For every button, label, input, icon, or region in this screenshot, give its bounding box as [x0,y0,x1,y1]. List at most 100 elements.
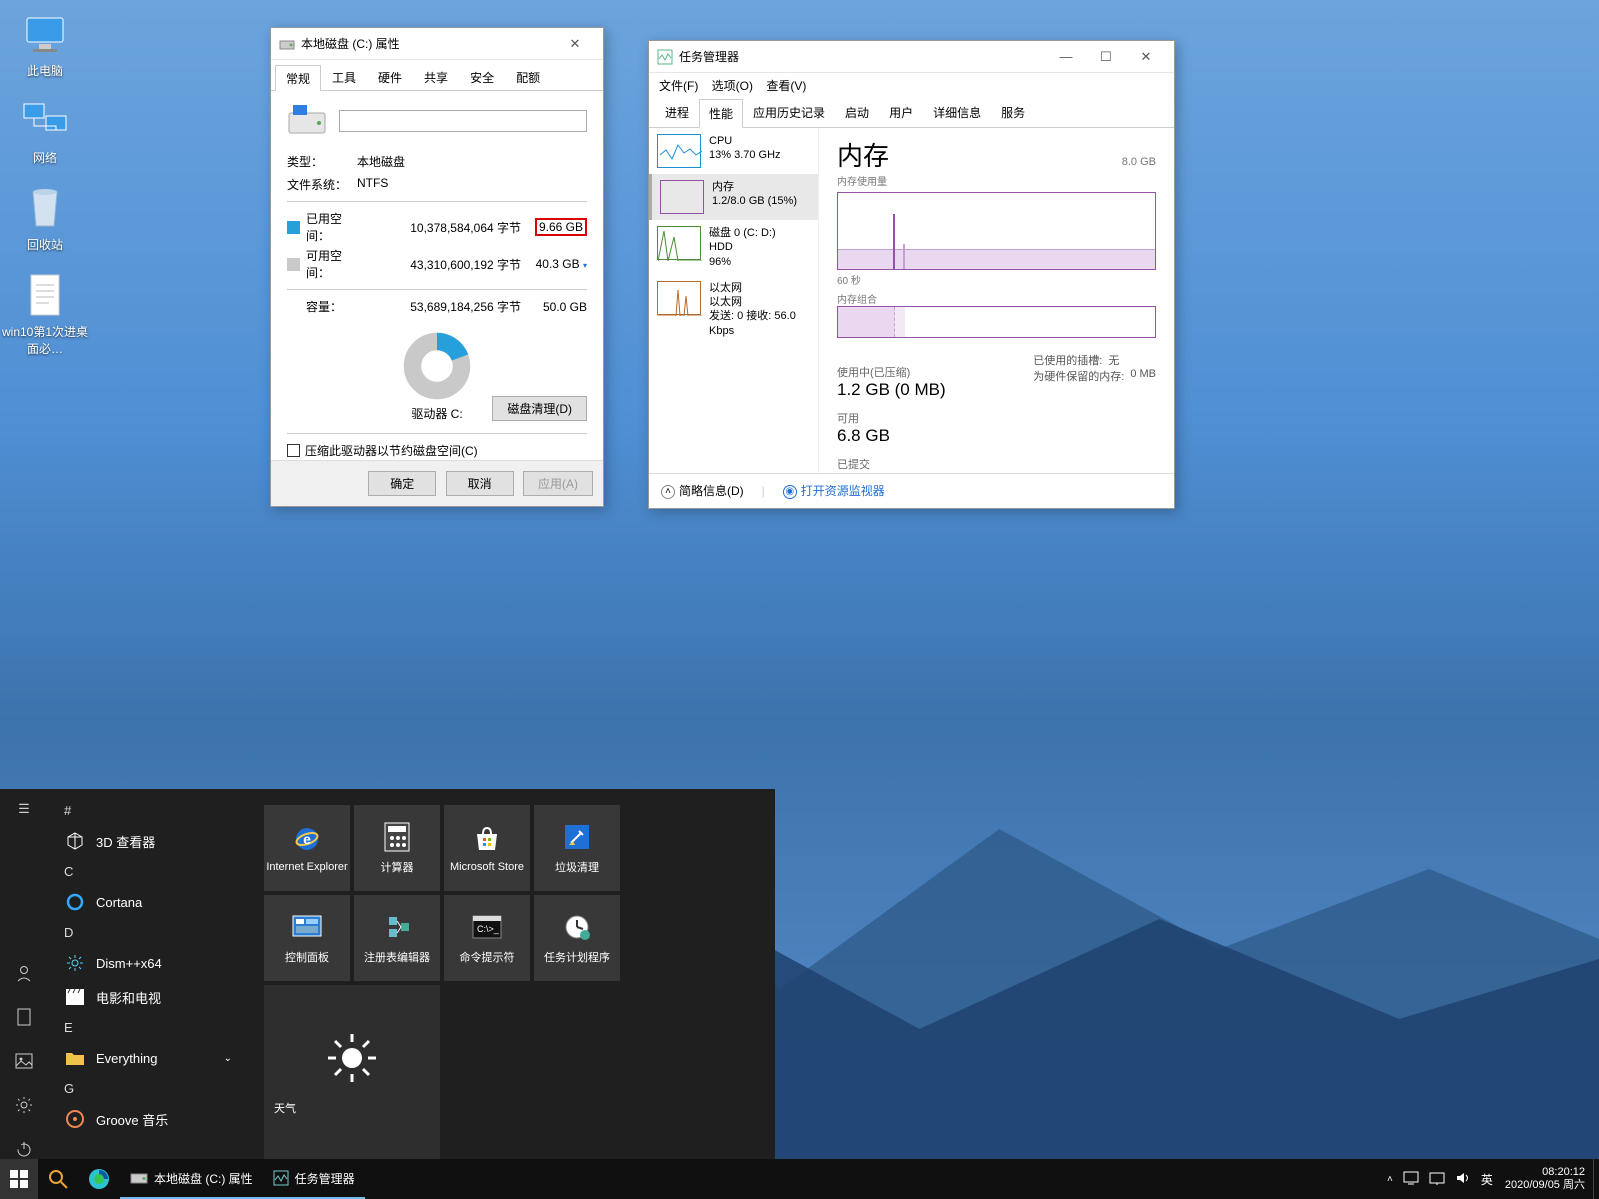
show-desktop-button[interactable] [1593,1159,1599,1199]
user-icon[interactable] [14,963,34,983]
used-gb-highlight: 9.66 GB [535,218,587,236]
reg-icon [381,911,413,943]
tab-users[interactable]: 用户 [879,98,923,127]
tile-calc[interactable]: 计算器 [354,805,440,891]
tab-tools[interactable]: 工具 [321,64,367,90]
tray-monitor-icon[interactable] [1403,1171,1419,1188]
edge-button[interactable] [78,1159,120,1199]
close-button[interactable]: ✕ [1126,43,1166,71]
used-swatch [287,221,300,234]
menu-view[interactable]: 查看(V) [766,79,806,93]
app-list-item[interactable]: Dism++x64 [52,946,244,980]
menu-options[interactable]: 选项(O) [712,79,753,93]
tab-general[interactable]: 常规 [275,65,321,91]
menubar: 文件(F) 选项(O) 查看(V) [649,73,1174,98]
app-list-item[interactable]: 3D 查看器 [52,824,244,858]
sidebar-item-cpu[interactable]: CPU13% 3.70 GHz [649,128,818,174]
app-list-header[interactable]: C [52,858,244,885]
sidebar-item-disk[interactable]: 磁盘 0 (C: D:)HDD96% [649,220,818,275]
app-list-header[interactable]: E [52,1014,244,1041]
tab-sharing[interactable]: 共享 [413,64,459,90]
tile-store[interactable]: Microsoft Store [444,805,530,891]
pictures-icon[interactable] [14,1051,34,1071]
monitor-icon: ◉ [783,485,797,499]
cube-icon [64,830,86,852]
menu-file[interactable]: 文件(F) [659,79,698,93]
drive-icon [130,1170,148,1186]
sun-icon [324,1030,380,1086]
tray-chevron-up-icon[interactable]: ˄ [1387,1174,1393,1185]
app-list-item[interactable]: Cortana [52,885,244,919]
sidebar-item-ethernet[interactable]: 以太网以太网发送: 0 接收: 56.0 Kbps [649,275,818,344]
titlebar[interactable]: 任务管理器 — ☐ ✕ [649,41,1174,73]
tray-network-icon[interactable] [1429,1171,1445,1188]
tray-volume-icon[interactable] [1455,1171,1471,1188]
apply-button[interactable]: 应用(A) [523,471,593,496]
documents-icon[interactable] [14,1007,34,1027]
memory-thumb-icon [660,180,704,214]
svg-text:C:\>_: C:\>_ [477,924,500,934]
start-button[interactable] [0,1159,38,1199]
tile-sched[interactable]: 任务计划程序 [534,895,620,981]
sidebar-item-memory[interactable]: 内存1.2/8.0 GB (15%) [649,174,818,220]
search-button[interactable] [38,1159,78,1199]
desktop: 此电脑 网络 回收站 win10第1次进桌面必… [0,10,100,375]
disk-cleanup-button[interactable]: 磁盘清理(D) [492,396,587,421]
tab-processes[interactable]: 进程 [655,98,699,127]
tile-panel[interactable]: 控制面板 [264,895,350,981]
memory-composition-bar [837,306,1156,338]
maximize-button[interactable]: ☐ [1086,43,1126,71]
tab-app-history[interactable]: 应用历史记录 [743,98,835,127]
taskbar-clock[interactable]: 08:20:12 2020/09/05 周六 [1497,1166,1593,1191]
ok-button[interactable]: 确定 [368,471,436,496]
tab-services[interactable]: 服务 [991,98,1035,127]
app-list-item[interactable]: Groove 音乐 [52,1102,244,1136]
tab-security[interactable]: 安全 [459,64,505,90]
compress-checkbox[interactable]: 压缩此驱动器以节约磁盘空间(C) [287,442,587,459]
start-app-list[interactable]: #3D 查看器CCortanaDDism++x64电影和电视EEverythin… [48,789,248,1159]
ime-indicator[interactable]: 英 [1481,1171,1493,1188]
titlebar[interactable]: 本地磁盘 (C:) 属性 ✕ [271,28,603,60]
tab-startup[interactable]: 启动 [835,98,879,127]
capacity-row: 容量： 53,689,184,256 字节 50.0 GB [287,298,587,315]
tile-broom[interactable]: 垃圾清理 [534,805,620,891]
settings-icon[interactable] [14,1095,34,1115]
app-list-item[interactable]: Everything⌄ [52,1041,244,1075]
app-list-header[interactable]: D [52,919,244,946]
gear-icon [64,952,86,974]
tile-reg[interactable]: 注册表编辑器 [354,895,440,981]
tab-details[interactable]: 详细信息 [923,98,991,127]
free-swatch [287,258,300,271]
tile-cmd[interactable]: C:\>_命令提示符 [444,895,530,981]
app-list-header[interactable]: G [52,1075,244,1102]
tab-performance[interactable]: 性能 [699,99,743,128]
cancel-button[interactable]: 取消 [446,471,514,496]
tab-quota[interactable]: 配额 [505,64,551,90]
minimize-button[interactable]: — [1046,43,1086,71]
performance-sidebar: CPU13% 3.70 GHz 内存1.2/8.0 GB (15%) 磁盘 0 … [649,128,819,473]
desktop-icon-textfile[interactable]: win10第1次进桌面必… [0,271,90,357]
power-icon[interactable] [14,1139,34,1159]
taskbar-item-properties[interactable]: 本地磁盘 (C:) 属性 [120,1159,263,1199]
app-list-item[interactable]: 电影和电视 [52,980,244,1014]
desktop-icon-this-pc[interactable]: 此电脑 [0,10,90,79]
tab-hardware[interactable]: 硬件 [367,64,413,90]
chevron-down-icon[interactable]: ▾ [583,261,587,270]
fewer-details-button[interactable]: ˄简略信息(D) [661,482,744,499]
panel-icon [291,911,323,943]
desktop-icon-recycle-bin[interactable]: 回收站 [0,184,90,253]
ethernet-thumb-icon [657,281,701,315]
close-button[interactable]: ✕ [555,30,595,58]
drive-name-input[interactable] [339,110,587,132]
chevron-up-icon: ˄ [661,485,675,499]
menu-icon[interactable]: ☰ [14,799,34,819]
start-menu: ☰ #3D 查看器CCortanaDDism++x64电影和电视EEveryth… [0,789,775,1159]
taskbar: 本地磁盘 (C:) 属性 任务管理器 ˄ 英 08:20:12 2020/09/… [0,1159,1599,1199]
tile-ie[interactable]: eInternet Explorer [264,805,350,891]
resource-monitor-link[interactable]: ◉打开资源监视器 [783,482,885,499]
desktop-icon-network[interactable]: 网络 [0,97,90,166]
app-list-header[interactable]: # [52,797,244,824]
taskbar-item-task-manager[interactable]: 任务管理器 [263,1159,365,1199]
tile-weather[interactable]: 天气 [264,985,440,1161]
type-label: 类型： [287,153,357,170]
